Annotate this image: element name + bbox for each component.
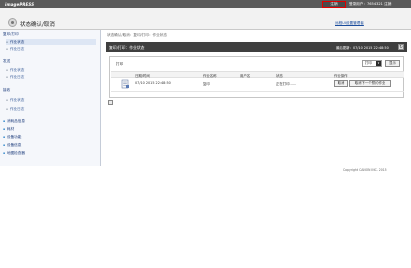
sidebar-item-device-info[interactable]: 设备信息 <box>3 142 21 148</box>
panel-label: 打印 <box>116 62 124 66</box>
main-content: 状态确认/取消：复印/打印：作业状态 复印/打印：作业状态 最后更新：07/10… <box>102 30 408 166</box>
sidebar-item-consumables[interactable]: 消耗品信息 <box>3 118 25 124</box>
breadcrumb: 状态确认/取消：复印/打印：作业状态 <box>107 33 167 37</box>
sidebar-item-supplies[interactable]: 耗材 <box>3 126 14 132</box>
top-bar: imagePRESS 注销 登录用户：7654321 注销 <box>0 0 411 8</box>
sidebar-item-receive-job-status[interactable]: 作业状态 <box>6 97 96 103</box>
job-status-panel: 打印 打印 ▾ 显示 日期/时间 作业名称 用户名 状态 作业操作 07/10 … <box>109 56 404 98</box>
login-user-label: 登录用户：7654321 注销 <box>349 2 392 6</box>
job-type-select-value: 打印 <box>365 61 372 65</box>
cancel-job-button[interactable]: 取消 <box>334 80 348 87</box>
sidebar-item-device-functions[interactable]: 设备功能 <box>3 134 21 140</box>
sidebar-item-receive-job-log[interactable]: 作业日志 <box>6 106 96 112</box>
sidebar-group-copy-print: 复印/打印 <box>3 32 19 36</box>
copyright: Copyright CANON INC. 2015 <box>343 168 387 172</box>
sidebar-group-receive: 接收 <box>3 88 11 92</box>
show-button[interactable]: 显示 <box>385 60 400 67</box>
sidebar-item-send-job-status[interactable]: 作业状态 <box>6 67 96 73</box>
sidebar: 复印/打印 作业状态 作业日志 发送 作业状态 作业日志 接收 作业状态 作业日… <box>0 30 101 166</box>
admin-settings-link[interactable]: 远程UI设置管理者 <box>335 21 364 26</box>
refresh-icon[interactable]: ↻ <box>398 44 404 50</box>
row-job-name: 复印 <box>203 82 210 86</box>
row-datetime: 07/10 2015 22:48:50 <box>135 81 171 85</box>
section-title: 复印/打印：作业状态 <box>109 45 145 50</box>
status-icon <box>8 18 17 27</box>
table-row: 07/10 2015 22:48:50 复印 正在打印…… 取消 取消下一个预约… <box>111 78 404 90</box>
sidebar-item-send-job-log[interactable]: 作业日志 <box>6 74 96 80</box>
chevron-down-icon: ▾ <box>376 61 381 66</box>
page-title: 状态确认/取消 <box>20 22 55 28</box>
section-header: 复印/打印：作业状态 最后更新：07/10 2015 22:48:50 ↻ <box>106 42 407 52</box>
cancel-next-reserved-job-button[interactable]: 取消下一个预约作业 <box>349 80 391 87</box>
row-status: 正在打印…… <box>276 82 297 86</box>
sidebar-item-copy-job-status[interactable]: 作业状态 <box>6 39 96 45</box>
last-updated-label: 最后更新：07/10 2015 22:48:50 <box>336 46 389 50</box>
select-all-checkbox[interactable] <box>108 100 113 105</box>
page-header: 状态确认/取消 远程UI设置管理者 <box>0 8 411 30</box>
sidebar-group-send: 发送 <box>3 59 11 63</box>
logout-button[interactable]: 注销 <box>322 1 346 8</box>
sidebar-item-counter-check[interactable]: 地图检查器 <box>3 150 25 156</box>
job-type-select[interactable]: 打印 ▾ <box>362 60 382 67</box>
sidebar-item-copy-job-log[interactable]: 作业日志 <box>6 46 96 52</box>
divider <box>111 91 404 92</box>
document-icon <box>121 79 129 89</box>
brand-logo: imagePRESS <box>5 2 35 7</box>
table-header: 日期/时间 作业名称 用户名 状态 作业操作 <box>111 71 404 78</box>
